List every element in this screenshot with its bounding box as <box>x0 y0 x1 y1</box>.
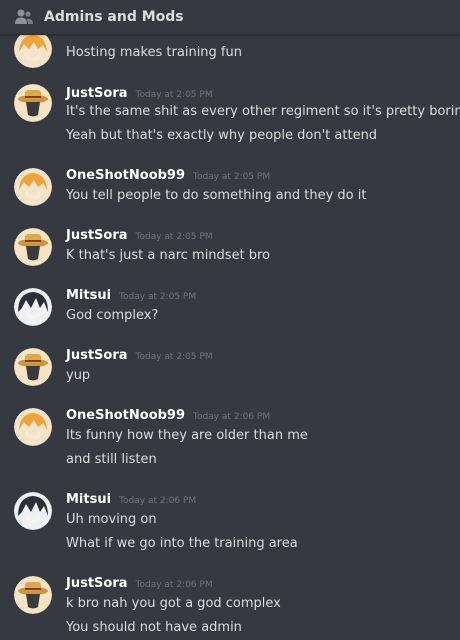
message-text: Yeah but that's exactly why people don't… <box>66 128 378 143</box>
timestamp: Today at 2:06 PM <box>135 580 213 590</box>
straw-hat-avatar-icon <box>14 348 52 386</box>
straw-hat-avatar-icon <box>14 228 52 266</box>
message-text: You tell people to do something and they… <box>66 188 367 203</box>
timestamp: Today at 2:06 PM <box>119 496 197 506</box>
username[interactable]: OneShotNoob99 <box>66 168 185 183</box>
timestamp: Today at 2:05 PM <box>135 232 213 242</box>
message-header: OneShotNoob99 Today at 2:06 PM <box>66 408 270 423</box>
message-text: Hosting makes training fun <box>66 45 242 60</box>
message-text: yup <box>66 368 91 383</box>
message-text: It's the same shit as every other regime… <box>66 104 460 119</box>
username[interactable]: JustSora <box>66 228 128 243</box>
avatar[interactable] <box>14 576 52 614</box>
avatar[interactable] <box>14 348 52 386</box>
message-header: Mitsui Today at 2:06 PM <box>66 492 196 507</box>
avatar[interactable] <box>14 492 52 530</box>
orange-hair-avatar-icon <box>14 30 52 68</box>
username[interactable]: OneShotNoob99 <box>66 408 185 423</box>
message-text: You should not have admin <box>66 620 242 635</box>
username[interactable]: Mitsui <box>66 288 111 303</box>
avatar[interactable] <box>14 408 52 446</box>
avatar[interactable] <box>14 168 52 206</box>
orange-hair-avatar-icon <box>14 408 52 446</box>
message-text: God complex? <box>66 308 159 323</box>
timestamp: Today at 2:05 PM <box>193 172 271 182</box>
avatar[interactable] <box>14 84 52 122</box>
message-header: JustSora Today at 2:06 PM <box>66 576 213 591</box>
channel-title: Admins and Mods <box>44 9 184 25</box>
message-header: OneShotNoob99 Today at 2:05 PM <box>66 168 270 183</box>
channel-header: Admins and Mods <box>0 0 460 35</box>
straw-hat-avatar-icon <box>14 84 52 122</box>
message-header: JustSora Today at 2:05 PM <box>66 86 213 101</box>
timestamp: Today at 2:05 PM <box>135 90 213 100</box>
message-text: What if we go into the training area <box>66 536 298 551</box>
message-text: K that's just a narc mindset bro <box>66 248 271 263</box>
message-feed: Hosting makes training fun JustSora Toda… <box>0 0 460 640</box>
orange-hair-avatar-icon <box>14 168 52 206</box>
username[interactable]: JustSora <box>66 348 128 363</box>
avatar[interactable] <box>14 288 52 326</box>
dark-hair-avatar-icon <box>14 492 52 530</box>
username[interactable]: JustSora <box>66 576 128 591</box>
username[interactable]: JustSora <box>66 86 128 101</box>
straw-hat-avatar-icon <box>14 576 52 614</box>
message-text: Uh moving on <box>66 512 157 527</box>
message-header: JustSora Today at 2:05 PM <box>66 348 213 363</box>
message-text: and still listen <box>66 452 157 467</box>
timestamp: Today at 2:06 PM <box>193 412 271 422</box>
timestamp: Today at 2:05 PM <box>135 352 213 362</box>
people-icon[interactable] <box>14 8 34 26</box>
avatar[interactable] <box>14 30 52 68</box>
message-header: Mitsui Today at 2:05 PM <box>66 288 196 303</box>
avatar[interactable] <box>14 228 52 266</box>
message-text: Its funny how they are older than me <box>66 428 308 443</box>
dark-hair-avatar-icon <box>14 288 52 326</box>
message-text: k bro nah you got a god complex <box>66 596 281 611</box>
message-header: JustSora Today at 2:05 PM <box>66 228 213 243</box>
timestamp: Today at 2:05 PM <box>119 292 197 302</box>
username[interactable]: Mitsui <box>66 492 111 507</box>
